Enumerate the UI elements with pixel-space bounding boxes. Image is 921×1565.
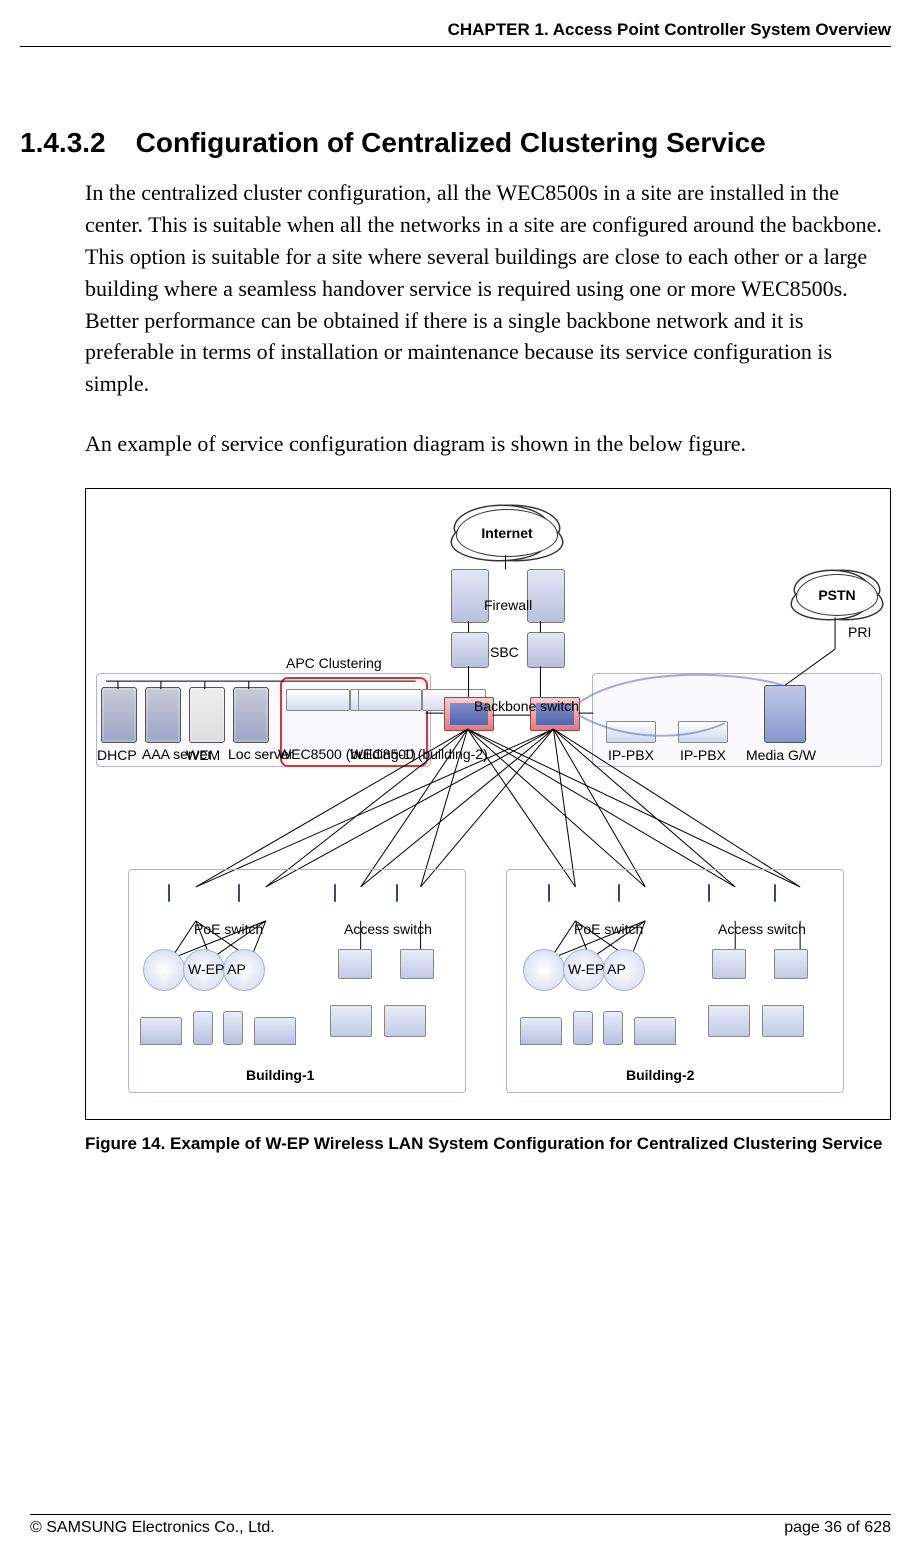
b1-clients xyxy=(136,1011,300,1048)
laptop-icon xyxy=(520,1017,562,1045)
deskphone-icon xyxy=(712,949,746,979)
b2-wep-ap-label: W-EP AP xyxy=(568,961,626,977)
monitor-icon xyxy=(384,1005,426,1037)
b1-deskphones xyxy=(334,949,438,982)
phone-icon xyxy=(193,1011,213,1045)
b2-deskphones xyxy=(708,949,812,982)
ippbx2-label: IP-PBX xyxy=(680,747,726,763)
firewall-icon xyxy=(527,569,565,623)
sbc-icon xyxy=(451,632,489,668)
paragraph-2: An example of service configuration diag… xyxy=(85,428,891,460)
chapter-header: CHAPTER 1. Access Point Controller Syste… xyxy=(20,20,891,47)
section-heading: 1.4.3.2 Configuration of Centralized Clus… xyxy=(20,127,891,159)
figure-diagram: Internet PSTN PRI Firewall SBC AP xyxy=(85,488,891,1120)
b1-poe-switch-icon xyxy=(168,885,170,901)
phone-icon xyxy=(223,1011,243,1045)
internet-cloud: Internet xyxy=(456,509,558,557)
ippbx2-icon xyxy=(678,721,728,746)
wem-label: WEM xyxy=(186,747,220,763)
building2-label: Building-2 xyxy=(626,1067,694,1083)
sbc-icon xyxy=(527,632,565,668)
internet-label: Internet xyxy=(481,525,532,541)
ippbx1-label: IP-PBX xyxy=(608,747,654,763)
b2-poe-switch-label: PoE switch xyxy=(574,921,643,937)
paragraph-1: In the centralized cluster configuration… xyxy=(85,177,891,400)
deskphone-icon xyxy=(774,949,808,979)
b2-access-switch-icon xyxy=(708,885,710,901)
b1-access-switch-icon xyxy=(334,885,336,901)
phone-icon xyxy=(573,1011,593,1045)
backbone-switch-label: Backbone switch xyxy=(474,699,546,714)
monitor-icon xyxy=(708,1005,750,1037)
ap-icon xyxy=(523,949,565,991)
phone-icon xyxy=(603,1011,623,1045)
b2-access-switch-icon xyxy=(774,885,776,901)
wem-server-icon xyxy=(188,687,226,746)
laptop-icon xyxy=(140,1017,182,1045)
aaa-server-icon xyxy=(144,687,182,746)
building1-label: Building-1 xyxy=(246,1067,314,1083)
pri-label: PRI xyxy=(848,624,871,640)
b2-monitors xyxy=(704,1005,808,1040)
ap-icon xyxy=(143,949,185,991)
b2-access-switch-label: Access switch xyxy=(718,921,806,937)
page-number: page 36 of 628 xyxy=(784,1519,891,1537)
b1-monitors xyxy=(326,1005,430,1040)
laptop-icon xyxy=(634,1017,676,1045)
b1-wep-ap-label: W-EP AP xyxy=(188,961,246,977)
figure-caption: Figure 14. Example of W-EP Wireless LAN … xyxy=(85,1134,891,1154)
deskphone-icon xyxy=(338,949,372,979)
pstn-cloud: PSTN xyxy=(796,574,878,616)
wec8500-b2-label: WEC8500 (building-2) xyxy=(350,747,428,762)
b1-poe-switch-label: PoE switch xyxy=(194,921,263,937)
b1-access-switch-icon xyxy=(396,885,398,901)
firewall-icon xyxy=(451,569,489,623)
monitor-icon xyxy=(762,1005,804,1037)
pstn-label: PSTN xyxy=(818,587,855,603)
deskphone-icon xyxy=(400,949,434,979)
media-gw-label: Media G/W xyxy=(746,747,816,763)
laptop-icon xyxy=(254,1017,296,1045)
page-footer: © SAMSUNG Electronics Co., Ltd. page 36 … xyxy=(30,1514,891,1537)
monitor-icon xyxy=(330,1005,372,1037)
b2-poe-switch-icon xyxy=(618,885,620,901)
b1-poe-switch-icon xyxy=(238,885,240,901)
b1-access-switch-label: Access switch xyxy=(344,921,432,937)
b2-clients xyxy=(516,1011,680,1048)
sbc-label: SBC xyxy=(490,644,519,660)
firewall-label: Firewall xyxy=(484,597,532,613)
loc-server-icon xyxy=(232,687,270,746)
apc-clustering-label: APC Clustering xyxy=(286,655,382,671)
ippbx1-icon xyxy=(606,721,656,746)
media-gw-icon xyxy=(764,685,806,746)
copyright-text: © SAMSUNG Electronics Co., Ltd. xyxy=(30,1519,275,1537)
dhcp-server-icon xyxy=(100,687,138,746)
wec8500-b1-label: WEC8500 (building-1) xyxy=(278,747,356,762)
b2-poe-switch-icon xyxy=(548,885,550,901)
section-title: Configuration of Centralized Clustering … xyxy=(136,127,766,158)
section-content: 1.4.3.2 Configuration of Centralized Clus… xyxy=(20,127,891,1154)
dhcp-label: DHCP xyxy=(97,747,137,763)
section-number: 1.4.3.2 xyxy=(20,127,106,158)
